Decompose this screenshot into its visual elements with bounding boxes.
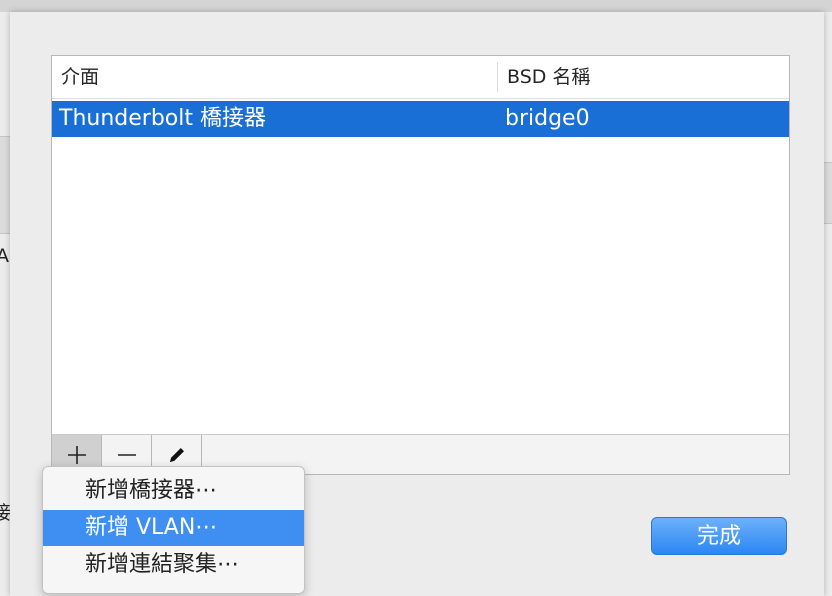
menu-item-new-link-aggregate[interactable]: 新增連結聚集⋯ [43, 547, 304, 583]
minus-icon [117, 453, 136, 456]
column-header-bsd-name[interactable]: BSD 名稱 [507, 56, 590, 98]
interface-cell: Thunderbolt 橋接器 [59, 106, 266, 131]
background-text-fragment: A [0, 245, 9, 267]
add-interface-menu: 新增橋接器⋯ 新增 VLAN⋯ 新增連結聚集⋯ [42, 466, 305, 594]
menu-item-new-vlan[interactable]: 新增 VLAN⋯ [43, 510, 304, 546]
bsd-name-cell: bridge0 [505, 106, 590, 131]
done-button[interactable]: 完成 [651, 517, 787, 555]
column-divider[interactable] [497, 62, 498, 92]
table-row[interactable]: Thunderbolt 橋接器 bridge0 [52, 101, 789, 137]
plus-icon [67, 445, 86, 464]
background-window-left: A 接 [0, 12, 11, 596]
pencil-icon [169, 447, 184, 462]
menu-item-new-bridge[interactable]: 新增橋接器⋯ [43, 473, 304, 509]
table-header: 介面 BSD 名稱 [52, 56, 789, 99]
interfaces-table: 介面 BSD 名稱 Thunderbolt 橋接器 bridge0 [51, 55, 790, 435]
background-window-right [824, 12, 832, 596]
column-header-interface[interactable]: 介面 [61, 56, 99, 98]
